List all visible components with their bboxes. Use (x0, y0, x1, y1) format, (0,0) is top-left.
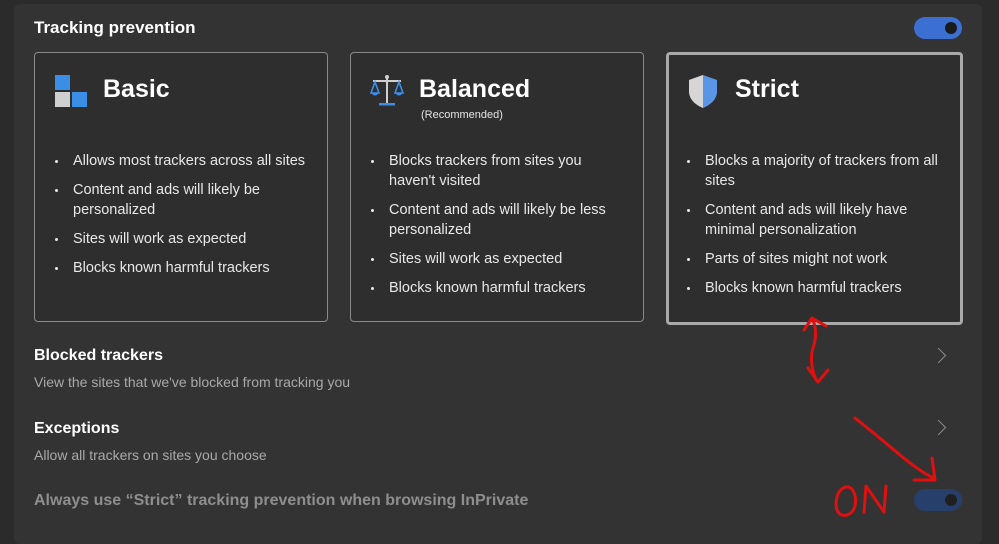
tracking-prevention-toggle[interactable] (914, 17, 962, 39)
bullet-item: Content and ads will likely be less pers… (369, 200, 629, 240)
inprivate-strict-label: Always use “Strict” tracking prevention … (34, 492, 529, 509)
shield-icon (689, 75, 717, 108)
basic-blocks-icon (55, 75, 87, 107)
card-name: Basic (103, 75, 170, 103)
exceptions-description: Allow all trackers on sites you choose (34, 447, 267, 463)
bullet-item: Content and ads will likely be personali… (53, 180, 313, 220)
card-name: Strict (735, 75, 799, 103)
scales-icon (369, 75, 405, 106)
card-strict[interactable]: Strict Blocks a majority of trackers fro… (666, 52, 963, 325)
bullet-item: Sites will work as expected (53, 229, 313, 249)
bullet-item: Blocks known harmful trackers (53, 258, 313, 278)
inprivate-strict-toggle[interactable] (914, 489, 962, 511)
card-bullets: Allows most trackers across all sites Co… (53, 151, 313, 287)
bullet-item: Content and ads will likely have minimal… (685, 200, 946, 240)
exceptions-title: Exceptions (34, 420, 120, 437)
bullet-item: Blocks known harmful trackers (369, 278, 629, 298)
card-basic[interactable]: Basic Allows most trackers across all si… (34, 52, 328, 322)
bullet-item: Blocks a majority of trackers from all s… (685, 151, 946, 191)
section-title: Tracking prevention (34, 18, 196, 37)
bullet-item: Allows most trackers across all sites (53, 151, 313, 171)
card-subtitle: (Recommended) (421, 109, 503, 121)
blocked-trackers-title: Blocked trackers (34, 347, 163, 364)
card-name: Balanced (419, 75, 531, 103)
blocked-trackers-description: View the sites that we've blocked from t… (34, 374, 351, 390)
toggle-knob (945, 494, 957, 506)
toggle-knob (945, 22, 957, 34)
card-balanced[interactable]: Balanced (Recommended) Blocks trackers f… (350, 52, 644, 322)
bullet-item: Blocks trackers from sites you haven't v… (369, 151, 629, 191)
card-bullets: Blocks a majority of trackers from all s… (685, 151, 946, 307)
bullet-item: Sites will work as expected (369, 249, 629, 269)
bullet-item: Parts of sites might not work (685, 249, 946, 269)
card-bullets: Blocks trackers from sites you haven't v… (369, 151, 629, 307)
bullet-item: Blocks known harmful trackers (685, 278, 946, 298)
